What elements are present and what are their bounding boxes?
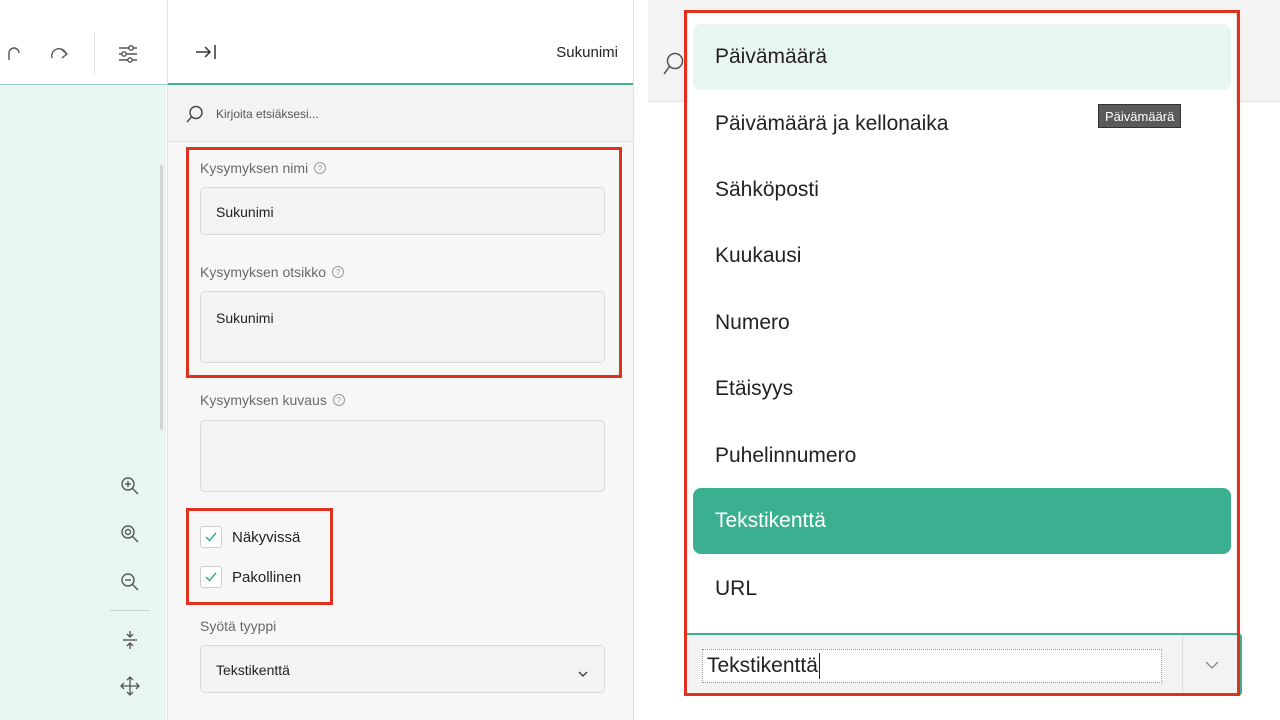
zoom-out-icon[interactable] (116, 568, 144, 596)
collapse-panel-icon[interactable] (192, 38, 220, 66)
help-icon[interactable]: ? (332, 394, 345, 406)
input-type-label-text: Syötä tyyppi (200, 618, 277, 634)
property-panel: Sukunimi Kirjoita etsiäksesi... Kysymyks… (168, 0, 634, 720)
question-description-label: Kysymyksen kuvaus ? (200, 392, 345, 408)
check-icon (205, 532, 217, 542)
help-icon[interactable]: ? (332, 266, 345, 278)
input-type-value: Tekstikenttä (216, 662, 290, 678)
input-type-combobox[interactable]: Tekstikenttä (684, 633, 1242, 696)
question-title-label: Kysymyksen otsikko ? (200, 264, 345, 280)
visible-checkbox-row[interactable]: Näkyvissä (200, 526, 300, 548)
text-caret (818, 653, 820, 679)
question-title-input[interactable]: Sukunimi (200, 291, 605, 363)
chevron-down-icon (578, 664, 588, 680)
dropdown-option-number[interactable]: Numero (693, 290, 1231, 356)
visible-checkbox[interactable] (200, 526, 222, 548)
dropdown-option-month[interactable]: Kuukausi (693, 223, 1231, 289)
visible-label: Näkyvissä (232, 528, 301, 546)
zoom-to-fit-icon[interactable] (116, 520, 144, 548)
input-type-label: Syötä tyyppi (200, 618, 276, 634)
dropdown-option-url[interactable]: URL (693, 556, 1231, 622)
question-description-input[interactable] (200, 420, 605, 492)
zoom-in-icon[interactable] (116, 472, 144, 500)
move-icon[interactable] (116, 672, 144, 700)
designer-toolbar (0, 0, 168, 720)
required-checkbox[interactable] (200, 566, 222, 588)
settings-sliders-icon[interactable] (114, 40, 142, 68)
dropdown-option-email[interactable]: Sähköposti (693, 157, 1231, 223)
combobox-value: Tekstikenttä (707, 654, 818, 677)
collapse-icon[interactable] (116, 626, 144, 654)
top-toolbar (0, 0, 168, 85)
required-checkbox-row[interactable]: Pakollinen (200, 566, 301, 588)
question-name-label: Kysymyksen nimi ? (200, 160, 327, 176)
check-icon (205, 572, 217, 582)
undo-icon[interactable] (0, 40, 28, 68)
dropdown-option-phone[interactable]: Puhelinnumero (693, 423, 1231, 489)
panel-header: Sukunimi (168, 0, 633, 85)
question-name-input[interactable]: Sukunimi (200, 187, 605, 235)
canvas-scrollbar[interactable] (160, 165, 163, 430)
dropdown-option-distance[interactable]: Etäisyys (693, 356, 1231, 422)
zoom-divider (110, 610, 150, 611)
chevron-down-icon (1205, 656, 1219, 674)
search-icon (186, 105, 204, 128)
panel-title: Sukunimi (556, 44, 618, 61)
search-icon (662, 52, 684, 81)
toolbar-divider (94, 32, 95, 74)
search-placeholder: Kirjoita etsiäksesi... (216, 107, 319, 121)
required-label: Pakollinen (232, 568, 302, 586)
question-description-label-text: Kysymyksen kuvaus (200, 392, 327, 408)
help-icon[interactable]: ? (314, 162, 327, 174)
redo-icon[interactable] (46, 40, 74, 68)
input-type-select[interactable]: Tekstikenttä (200, 645, 605, 693)
property-search[interactable]: Kirjoita etsiäksesi... (168, 86, 633, 142)
question-title-label-text: Kysymyksen otsikko (200, 264, 327, 280)
dropdown-option-date[interactable]: Päivämäärä (693, 24, 1231, 90)
tooltip: Päivämäärä (1098, 104, 1182, 128)
dropdown-option-text[interactable]: Tekstikenttä (693, 488, 1231, 554)
combobox-toggle-button[interactable] (1182, 635, 1240, 694)
combobox-input[interactable]: Tekstikenttä (702, 649, 1162, 683)
question-name-label-text: Kysymyksen nimi (200, 160, 309, 176)
